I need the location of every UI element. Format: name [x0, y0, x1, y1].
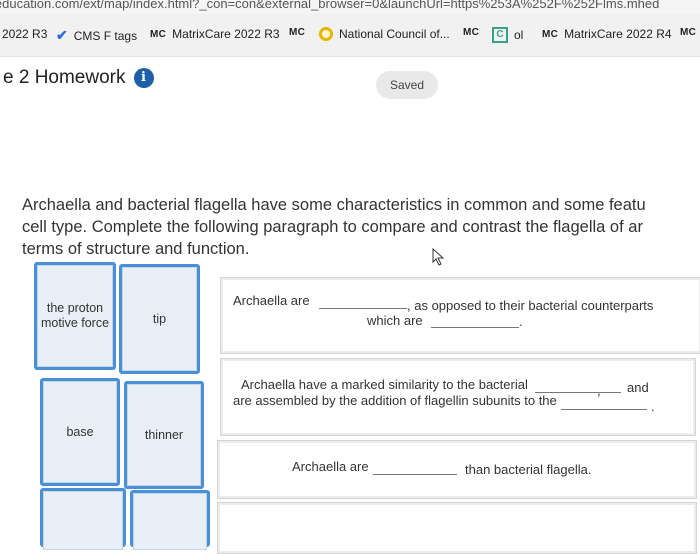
bookmark-national-council[interactable]: National Council of... — [319, 27, 450, 41]
sentence-card-4 — [217, 502, 697, 554]
sentence-text: which are — [367, 313, 423, 328]
tile-face — [133, 493, 207, 550]
bookmark-matrixcare-2022-r3[interactable]: MC MatrixCare 2022 R3 — [150, 27, 280, 41]
bookmark-matrixcare-2022-r4[interactable]: MC MatrixCare 2022 R4 — [542, 27, 672, 41]
address-bar[interactable]: ieducation.com/ext/map/index.html?_con=c… — [0, 0, 700, 14]
bookmark-label: 2022 R3 — [2, 27, 48, 41]
sentence-card-1: Archaella are , as opposed to their bact… — [220, 277, 700, 354]
answer-blank[interactable] — [561, 397, 647, 410]
answer-tile[interactable] — [130, 490, 210, 550]
tile-label: tip — [152, 311, 167, 326]
sentence-card-2: Archaella have a marked similarity to th… — [220, 358, 696, 436]
sentence-text: Archaella have a marked similarity to th… — [241, 377, 528, 392]
mouse-cursor-icon — [432, 248, 445, 266]
tile-face — [43, 491, 123, 550]
question-prompt: Archaella and bacterial flagella have so… — [22, 194, 700, 260]
mc-icon: MC — [463, 27, 480, 38]
page-title: e 2 Homework i — [3, 67, 154, 89]
tile-face: base — [43, 381, 117, 483]
mc-icon: MC — [289, 27, 306, 38]
tile-label: thinner — [144, 427, 184, 442]
answer-tile-thinner[interactable]: thinner — [124, 381, 204, 489]
bookmark-label: CMS F tags — [73, 28, 138, 43]
homework-title: e 2 Homework — [3, 67, 126, 88]
question-line: Archaella and bacterial flagella have so… — [22, 196, 646, 214]
c-box-icon: C — [492, 27, 508, 43]
bookmark-2022-r3[interactable]: 2022 R3 — [2, 27, 47, 41]
sentence-text: are assembled by the addition of flagell… — [233, 393, 557, 408]
sentence-text: Archaella are — [233, 293, 310, 308]
tile-face: thinner — [127, 384, 201, 486]
bookmarks-bar: 2022 R3 ✔ CMS F tags MC MatrixCare 2022 … — [0, 14, 700, 57]
check-icon: ✔ — [56, 27, 68, 43]
question-line: cell type. Complete the following paragr… — [22, 218, 643, 236]
answer-blank[interactable] — [535, 380, 621, 393]
url-text: ieducation.com/ext/map/index.html?_con=c… — [0, 0, 660, 11]
answer-tile-base[interactable]: base — [40, 378, 120, 486]
mc-icon: MC — [542, 28, 559, 40]
answer-blank[interactable] — [373, 462, 457, 475]
mc-icon: MC — [150, 28, 167, 40]
sentence-text: . — [651, 399, 655, 414]
answer-tile[interactable] — [40, 488, 126, 550]
sentence-text: . — [519, 314, 523, 329]
sentence-text: Archaella are — [292, 459, 369, 474]
mc-icon: MC — [680, 27, 697, 38]
tile-label: the proton motive force — [40, 301, 110, 330]
sentence-text: , as opposed to their bacterial counterp… — [407, 298, 654, 313]
bookmark-mc-3[interactable]: MC — [680, 27, 696, 38]
answer-tile-tip[interactable]: tip — [119, 264, 200, 374]
saved-badge: Saved — [376, 71, 438, 99]
sentence-text: than bacterial flagella. — [465, 462, 592, 477]
bookmark-mc-2[interactable]: MC — [463, 27, 479, 38]
bookmark-label: National Council of... — [339, 27, 450, 41]
question-line: terms of structure and function. — [22, 240, 250, 258]
bookmark-cms-f-tags[interactable]: ✔ CMS F tags — [56, 27, 137, 44]
sentence-card-3: Archaella are than bacterial flagella. — [217, 440, 697, 499]
answer-blank[interactable] — [319, 296, 407, 309]
bookmark-mc[interactable]: MC — [289, 27, 305, 38]
answer-blank[interactable] — [431, 315, 519, 328]
answer-tile-proton-motive-force[interactable]: the proton motive force — [34, 262, 116, 370]
bookmark-label: ol — [514, 28, 524, 42]
tile-label: base — [66, 424, 94, 439]
globe-icon — [319, 27, 333, 41]
tile-face: tip — [122, 267, 197, 371]
bookmark-ol[interactable]: C ol — [492, 27, 523, 43]
tile-face: the proton motive force — [37, 265, 113, 367]
bookmark-label: MatrixCare 2022 R3 — [172, 27, 280, 41]
bookmark-label: MatrixCare 2022 R4 — [564, 27, 672, 41]
sentence-text: and — [627, 380, 649, 395]
info-icon[interactable]: i — [133, 68, 154, 88]
